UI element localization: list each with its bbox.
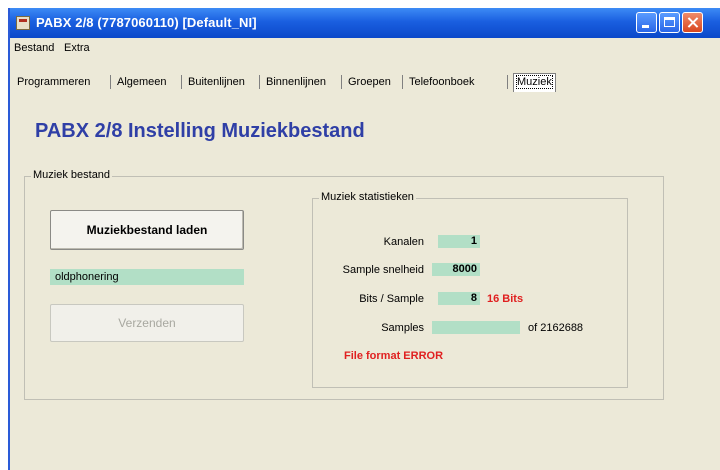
window-title: PABX 2/8 (7787060110) [Default_NI] (36, 15, 257, 30)
sample-rate-value: 8000 (432, 263, 480, 276)
tab-muziek-label: Muziek (516, 75, 553, 89)
tab-algemeen[interactable]: Algemeen (114, 72, 170, 92)
tab-strip: Programmeren Algemeen Buitenlijnen Binne… (10, 72, 720, 92)
minimize-button[interactable] (636, 12, 657, 33)
error-message: File format ERROR (344, 350, 444, 362)
channels-value: 1 (438, 235, 480, 248)
bits-per-sample-label: Bits / Sample (359, 293, 424, 305)
tab-programmeren[interactable]: Programmeren (14, 72, 93, 92)
tab-muziek[interactable]: Muziek (513, 73, 556, 92)
music-file-group-title: Muziek bestand (31, 169, 113, 181)
send-button[interactable]: Verzenden (50, 304, 244, 342)
app-icon (16, 16, 30, 30)
samples-value (432, 321, 520, 334)
menu-bar: Bestand Extra (10, 38, 720, 58)
menu-extra[interactable]: Extra (64, 42, 90, 54)
samples-total: of 2162688 (528, 322, 584, 334)
tab-groepen[interactable]: Groepen (345, 72, 394, 92)
tab-binnenlijnen[interactable]: Binnenlijnen (263, 72, 329, 92)
load-music-button[interactable]: Muziekbestand laden (50, 210, 244, 250)
tab-separator (507, 75, 508, 89)
tab-separator (402, 75, 403, 89)
title-bar[interactable]: PABX 2/8 (7787060110) [Default_NI] (10, 8, 720, 38)
tab-telefoonboek[interactable]: Telefoonboek (406, 72, 477, 92)
menu-bestand[interactable]: Bestand (14, 42, 54, 54)
samples-label: Samples (381, 322, 424, 334)
maximize-button[interactable] (659, 12, 680, 33)
channels-label: Kanalen (383, 236, 424, 248)
tab-separator (181, 75, 182, 89)
page-heading: PABX 2/8 Instelling Muziekbestand (35, 120, 365, 142)
bits-note: 16 Bits (487, 293, 524, 305)
tab-separator (110, 75, 111, 89)
music-stats-group-title: Muziek statistieken (319, 191, 416, 203)
close-button[interactable] (682, 12, 703, 33)
music-filename-field[interactable]: oldphonering (50, 269, 244, 285)
tab-separator (341, 75, 342, 89)
tab-buitenlijnen[interactable]: Buitenlijnen (185, 72, 248, 92)
sample-rate-label: Sample snelheid (342, 264, 424, 276)
tab-separator (259, 75, 260, 89)
app-window: PABX 2/8 (7787060110) [Default_NI] Besta… (8, 8, 720, 470)
bits-per-sample-value: 8 (438, 292, 480, 305)
